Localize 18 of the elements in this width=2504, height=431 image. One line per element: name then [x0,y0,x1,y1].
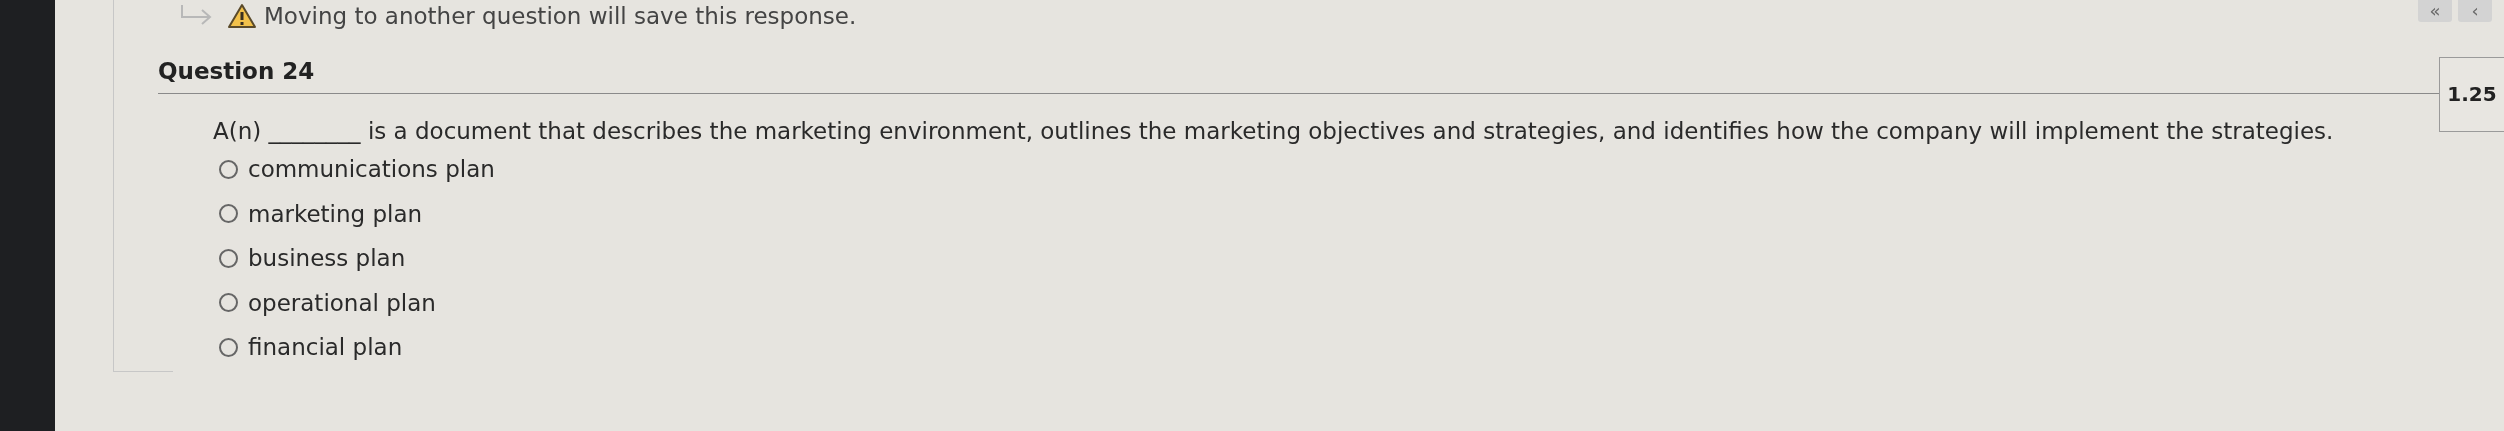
radio-button[interactable] [219,248,238,268]
previous-question-button[interactable]: ‹ [2458,0,2492,22]
radio-button[interactable] [219,337,238,357]
radio-button[interactable] [219,293,238,313]
option-label[interactable]: financial plan [248,330,403,365]
question-prompt: A(n) ________ is a document that describes the marketing environment, outlines the marketing objectives and strategies, and identifies how the company will implement the strategies. [213,116,2335,146]
radio-button[interactable] [219,159,238,179]
question-title: Question 24 [158,58,315,84]
first-question-button[interactable]: « [2418,0,2452,22]
option-label[interactable]: marketing plan [248,196,423,231]
radio-button[interactable] [219,204,238,224]
arrow-icon [180,5,214,27]
save-notice: Moving to another question will save this response. [264,1,857,31]
option-label[interactable]: operational plan [248,285,436,320]
option-label[interactable]: communications plan [248,152,495,187]
option-label[interactable]: business plan [248,241,406,276]
points-value: 1.25 [2447,81,2497,108]
warning-icon [228,3,256,29]
